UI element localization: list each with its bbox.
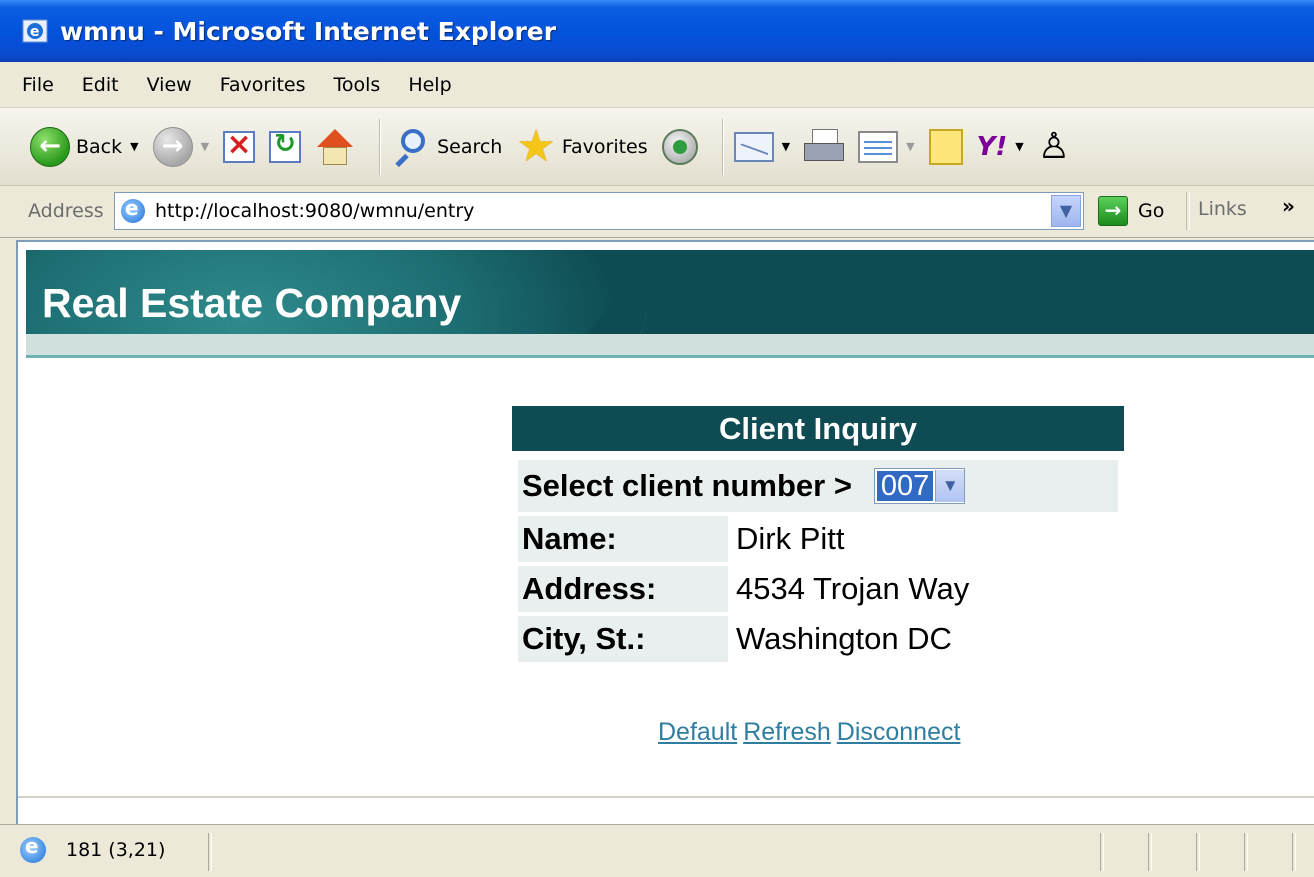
page-favicon-icon bbox=[121, 196, 145, 223]
client-inquiry-form: Client Inquiry bbox=[512, 406, 1124, 451]
default-link[interactable]: Default bbox=[658, 718, 737, 746]
action-links: Default Refresh Disconnect bbox=[658, 718, 966, 747]
back-arrow-icon: ← bbox=[30, 126, 70, 167]
status-divider bbox=[1148, 833, 1152, 871]
address-row: Address: 4534 Trojan Way bbox=[518, 566, 969, 612]
status-divider bbox=[1244, 833, 1248, 871]
yahoo-dropdown-icon[interactable]: ▼ bbox=[1015, 140, 1023, 153]
title-bar: e wmnu - Microsoft Internet Explorer bbox=[0, 0, 1314, 62]
refresh-button[interactable] bbox=[269, 129, 302, 163]
toolbar: ← Back ▼ → ▼ Search ★ Favorites bbox=[0, 108, 1314, 186]
disconnect-link[interactable]: Disconnect bbox=[837, 718, 961, 746]
status-divider bbox=[1100, 833, 1104, 871]
window-title: wmnu - Microsoft Internet Explorer bbox=[60, 16, 557, 46]
svg-text:e: e bbox=[30, 24, 40, 40]
edit-dropdown-icon[interactable]: ▼ bbox=[906, 140, 914, 153]
site-banner: Real Estate Company bbox=[26, 250, 1314, 334]
mail-icon bbox=[733, 131, 774, 162]
browser-window: e wmnu - Microsoft Internet Explorer Fil… bbox=[0, 0, 1314, 877]
back-label: Back bbox=[76, 135, 123, 158]
favorites-button[interactable]: ★ Favorites bbox=[516, 120, 648, 172]
client-number-select[interactable]: 007 ▼ bbox=[873, 468, 966, 504]
go-arrow-icon: → bbox=[1098, 196, 1128, 226]
yahoo-icon: Y! bbox=[976, 131, 1008, 162]
mail-dropdown-icon[interactable]: ▼ bbox=[782, 140, 790, 153]
menu-tools[interactable]: Tools bbox=[320, 74, 395, 96]
notes-button[interactable] bbox=[928, 128, 963, 165]
star-icon: ★ bbox=[516, 120, 556, 172]
status-divider bbox=[1292, 833, 1296, 871]
select-client-label: Select client number > bbox=[522, 468, 852, 503]
back-dropdown-icon[interactable]: ▼ bbox=[130, 140, 138, 153]
links-chevron-icon[interactable]: » bbox=[1282, 194, 1295, 218]
mail-button[interactable]: ▼ bbox=[733, 131, 790, 162]
menu-favorites[interactable]: Favorites bbox=[206, 74, 320, 96]
favorites-label: Favorites bbox=[561, 135, 648, 158]
go-button[interactable]: → Go bbox=[1098, 196, 1164, 226]
ie-logo-icon: e bbox=[22, 17, 50, 45]
search-button[interactable]: Search bbox=[391, 127, 502, 167]
media-button[interactable] bbox=[661, 128, 698, 165]
forward-button[interactable]: → ▼ bbox=[152, 126, 209, 167]
toolbar-separator bbox=[379, 118, 382, 175]
messenger-person-icon: ♙ bbox=[1037, 125, 1071, 167]
select-client-row: Select client number > 007 ▼ bbox=[518, 460, 1118, 512]
menu-help[interactable]: Help bbox=[394, 74, 465, 96]
address-url[interactable]: http://localhost:9080/wmnu/entry bbox=[155, 200, 474, 222]
edit-button[interactable]: ▼ bbox=[858, 130, 915, 163]
menu-view[interactable]: View bbox=[133, 74, 206, 96]
address-value: 4534 Trojan Way bbox=[736, 571, 970, 606]
forward-arrow-icon: → bbox=[152, 126, 193, 167]
back-button[interactable]: ← Back ▼ bbox=[30, 126, 139, 167]
status-divider bbox=[208, 833, 212, 871]
messenger-button[interactable]: ♙ bbox=[1037, 125, 1071, 167]
media-icon bbox=[661, 128, 698, 165]
city-value: Washington DC bbox=[736, 621, 952, 656]
name-row: Name: Dirk Pitt bbox=[518, 516, 845, 562]
status-bar: 181 (3,21) bbox=[0, 824, 1314, 877]
home-icon bbox=[315, 127, 355, 167]
printer-icon bbox=[804, 128, 845, 165]
forward-dropdown-icon[interactable]: ▼ bbox=[201, 140, 209, 153]
refresh-link[interactable]: Refresh bbox=[743, 718, 831, 746]
toolbar-separator bbox=[721, 118, 724, 175]
yahoo-button[interactable]: Y! ▼ bbox=[977, 132, 1024, 162]
inquiry-header: Client Inquiry bbox=[512, 406, 1124, 451]
print-button[interactable] bbox=[804, 128, 845, 165]
stop-button[interactable] bbox=[223, 127, 256, 163]
note-icon bbox=[928, 128, 963, 165]
links-button[interactable]: Links bbox=[1198, 198, 1247, 220]
address-dropdown-icon[interactable]: ▼ bbox=[1051, 195, 1081, 227]
status-page-icon bbox=[20, 834, 46, 863]
stop-icon bbox=[223, 127, 256, 163]
banner-strip bbox=[26, 334, 1314, 358]
city-label: City, St.: bbox=[518, 616, 728, 662]
name-value: Dirk Pitt bbox=[736, 521, 845, 556]
banner-title: Real Estate Company bbox=[42, 280, 462, 326]
chevron-down-icon[interactable]: ▼ bbox=[935, 470, 965, 502]
client-number-value[interactable]: 007 bbox=[875, 470, 935, 502]
menu-file[interactable]: File bbox=[8, 74, 68, 96]
address-label: Address bbox=[28, 200, 104, 222]
home-button[interactable] bbox=[315, 127, 355, 167]
page-viewport: Real Estate Company Client Inquiry Selec… bbox=[16, 240, 1314, 824]
links-separator bbox=[1186, 192, 1190, 230]
status-text: 181 (3,21) bbox=[66, 839, 166, 861]
menu-bar: File Edit View Favorites Tools Help bbox=[0, 62, 1314, 108]
address-bar: Address http://localhost:9080/wmnu/entry… bbox=[0, 186, 1314, 238]
name-label: Name: bbox=[518, 516, 728, 562]
address-field-label: Address: bbox=[518, 566, 728, 612]
search-label: Search bbox=[437, 135, 503, 158]
search-icon bbox=[391, 127, 431, 167]
viewport-bottom-edge bbox=[18, 796, 1314, 798]
go-label: Go bbox=[1138, 200, 1165, 222]
status-divider bbox=[1196, 833, 1200, 871]
city-row: City, St.: Washington DC bbox=[518, 616, 952, 662]
address-input[interactable]: http://localhost:9080/wmnu/entry ▼ bbox=[114, 192, 1084, 230]
edit-page-icon bbox=[858, 130, 899, 163]
refresh-icon bbox=[269, 129, 302, 163]
menu-edit[interactable]: Edit bbox=[68, 74, 133, 96]
